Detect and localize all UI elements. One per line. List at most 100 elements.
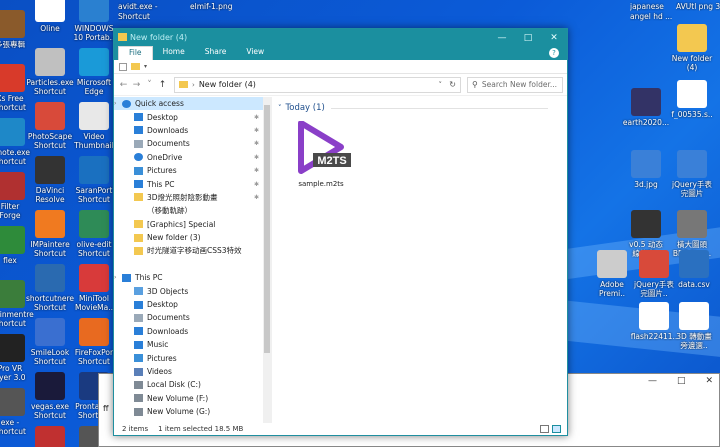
desktop-icon[interactable]: New folder (4) bbox=[668, 24, 716, 72]
desktop-icon[interactable]: IMPaintere Shortcut bbox=[26, 210, 74, 258]
desktop-app-icon bbox=[677, 210, 707, 238]
desktop-icon[interactable]: Oline bbox=[26, 0, 74, 33]
maximize-button[interactable]: □ bbox=[515, 29, 541, 46]
nav-item[interactable]: 3D Objects bbox=[114, 284, 271, 297]
desktop-icon-label: Resolve bbox=[35, 195, 65, 204]
recent-chevron-icon[interactable]: ˅ bbox=[144, 80, 155, 90]
desktop-icon[interactable]: data.csv bbox=[670, 250, 718, 289]
forward-arrow-icon[interactable]: → bbox=[131, 80, 142, 90]
desktop-icon[interactable]: Microsoft Edge bbox=[70, 48, 118, 96]
address-path[interactable]: New folder (4) bbox=[199, 80, 256, 89]
close-button[interactable]: ✕ bbox=[541, 29, 567, 46]
nav-item[interactable]: [Graphics] Special bbox=[114, 218, 271, 231]
nav-item[interactable]: （移動軌跡） bbox=[114, 204, 271, 217]
desktop-icon[interactable]: SmileLook Shortcut bbox=[26, 318, 74, 366]
checkbox-icon[interactable] bbox=[119, 62, 127, 71]
desktop-icon[interactable]: Xmailbm bbox=[26, 426, 74, 447]
refresh-icon[interactable]: ↻ bbox=[449, 80, 456, 89]
nav-item[interactable]: Local Disk (C:) bbox=[114, 378, 271, 391]
desktop-app-icon bbox=[0, 172, 25, 200]
up-arrow-icon[interactable]: ↑ bbox=[157, 80, 168, 90]
desktop-icon[interactable]: PhotoScape Shortcut bbox=[26, 102, 74, 150]
desktop-icon[interactable]: olive-edit Shortcut bbox=[70, 210, 118, 258]
nav-item[interactable]: This PC ✱ bbox=[114, 177, 271, 190]
details-view-icon[interactable] bbox=[540, 425, 549, 433]
file-badge: M2TS bbox=[317, 155, 346, 167]
desktop-icon-label: Shortcut bbox=[78, 357, 110, 366]
nav-item[interactable]: Videos bbox=[114, 365, 271, 378]
minimize-button[interactable]: — bbox=[489, 29, 515, 46]
nav-item[interactable]: Documents ✱ bbox=[114, 137, 271, 150]
chevron-right-icon[interactable]: › bbox=[114, 100, 122, 107]
nav-item[interactable]: New Volume (F:) bbox=[114, 392, 271, 405]
chevron-down-icon[interactable]: ˅ bbox=[439, 81, 443, 89]
nav-item-label: Desktop bbox=[147, 112, 178, 122]
ribbon-tab-share[interactable]: Share bbox=[195, 46, 237, 60]
desktop-icon[interactable]: DaVinci Resolve bbox=[26, 156, 74, 204]
desktop-icon[interactable]: Adobe Premi.. bbox=[588, 250, 636, 298]
desktop-icon[interactable]: 3D 轉動畫 旁邊選.. bbox=[670, 302, 718, 350]
ribbon-tab-file[interactable]: File bbox=[118, 46, 153, 60]
address-bar[interactable]: › New folder (4) ˅ ↻ bbox=[174, 76, 461, 93]
file-item[interactable]: M2TS sample.m2ts bbox=[286, 120, 356, 188]
folder-icon bbox=[134, 233, 143, 242]
nav-item-label: OneDrive bbox=[147, 152, 183, 162]
desktop-icon[interactable]: jQuery手表 完圖片 bbox=[668, 150, 716, 198]
nav-item[interactable]: › Quick access bbox=[114, 97, 271, 111]
explorer-body: › Quick access Desktop ✱ Downloads ✱ Documents… bbox=[114, 97, 567, 423]
desktop-icon-label: New folder bbox=[671, 54, 713, 63]
nav-item[interactable]: Music bbox=[114, 338, 271, 351]
scrollbar-thumb[interactable] bbox=[264, 105, 270, 353]
desktop-icon[interactable]: 3d.jpg bbox=[622, 150, 670, 189]
desktop-app-icon bbox=[79, 48, 109, 76]
desktop-icon[interactable]: shortcutnere Shortcut bbox=[26, 264, 74, 312]
desktop-icon[interactable]: Video Thumbnail bbox=[70, 102, 118, 150]
maximize-icon[interactable]: □ bbox=[677, 376, 686, 386]
search-box[interactable]: ⚲ Search New folder... bbox=[467, 76, 563, 93]
desktop-icon[interactable]: FireFoxPor Shortcut bbox=[70, 318, 118, 366]
nav-item[interactable]: 时光隧道字移动画CSS3特效 bbox=[114, 244, 271, 257]
ribbon-tab-home[interactable]: Home bbox=[153, 46, 195, 60]
ribbon-tab-view[interactable]: View bbox=[236, 46, 274, 60]
desktop-icon[interactable]: MiniTool MovieMa.. bbox=[70, 264, 118, 312]
desktop-icon[interactable]: f_00535.s.. bbox=[668, 80, 716, 119]
nav-item[interactable]: Pictures ✱ bbox=[114, 164, 271, 177]
desktop-icon[interactable]: Particles.exe Shortcut bbox=[26, 48, 74, 96]
minimize-icon[interactable]: — bbox=[648, 376, 657, 386]
chevron-down-icon[interactable]: ˅ bbox=[278, 104, 282, 112]
pictures-icon bbox=[134, 166, 143, 175]
nav-item[interactable]: Desktop bbox=[114, 298, 271, 311]
chevron-down-icon[interactable]: ▾ bbox=[144, 63, 147, 70]
nav-item[interactable]: New folder (3) bbox=[114, 231, 271, 244]
back-arrow-icon[interactable]: ← bbox=[118, 80, 129, 90]
nav-item[interactable]: New Volume (G:) bbox=[114, 405, 271, 418]
nav-item[interactable]: Downloads bbox=[114, 325, 271, 338]
group-header[interactable]: ˅ Today (1) bbox=[278, 103, 548, 113]
cube-icon bbox=[134, 287, 143, 296]
pc-icon bbox=[134, 180, 143, 189]
pin-icon: ✱ bbox=[253, 167, 259, 175]
nav-item[interactable]: › This PC bbox=[114, 271, 271, 284]
close-icon[interactable]: ✕ bbox=[705, 376, 713, 386]
folder-icon[interactable] bbox=[131, 63, 140, 70]
desktop-app-icon bbox=[679, 250, 709, 278]
nav-item[interactable]: Documents bbox=[114, 311, 271, 324]
chevron-right-icon[interactable]: › bbox=[114, 274, 122, 281]
chevron-right-icon[interactable]: › bbox=[192, 81, 195, 89]
search-input[interactable]: Search New folder... bbox=[482, 80, 557, 89]
help-icon[interactable]: ? bbox=[549, 48, 559, 58]
desktop-icon[interactable]: WINDOWS 10 Portab.. bbox=[70, 0, 118, 42]
desktop-icon[interactable]: earth2020... bbox=[622, 88, 670, 127]
desktop-icon[interactable]: SaranPort Shortcut bbox=[70, 156, 118, 204]
nav-item[interactable]: Desktop ✱ bbox=[114, 110, 271, 123]
desktop-icon-label: Shortcut bbox=[34, 141, 66, 150]
nav-item[interactable]: OneDrive ✱ bbox=[114, 151, 271, 164]
nav-item[interactable]: Pictures bbox=[114, 351, 271, 364]
desktop-icon[interactable]: vegas.exe Shortcut bbox=[26, 372, 74, 420]
nav-item[interactable]: Downloads ✱ bbox=[114, 124, 271, 137]
nav-item[interactable]: 3D燈光照射陰影動畫 ✱ bbox=[114, 191, 271, 204]
navigation-scrollbar[interactable] bbox=[263, 97, 271, 423]
window-titlebar[interactable]: New folder (4) — □ ✕ bbox=[114, 29, 567, 46]
large-icons-view-icon[interactable] bbox=[552, 425, 561, 433]
desktop-app-icon bbox=[79, 102, 109, 130]
